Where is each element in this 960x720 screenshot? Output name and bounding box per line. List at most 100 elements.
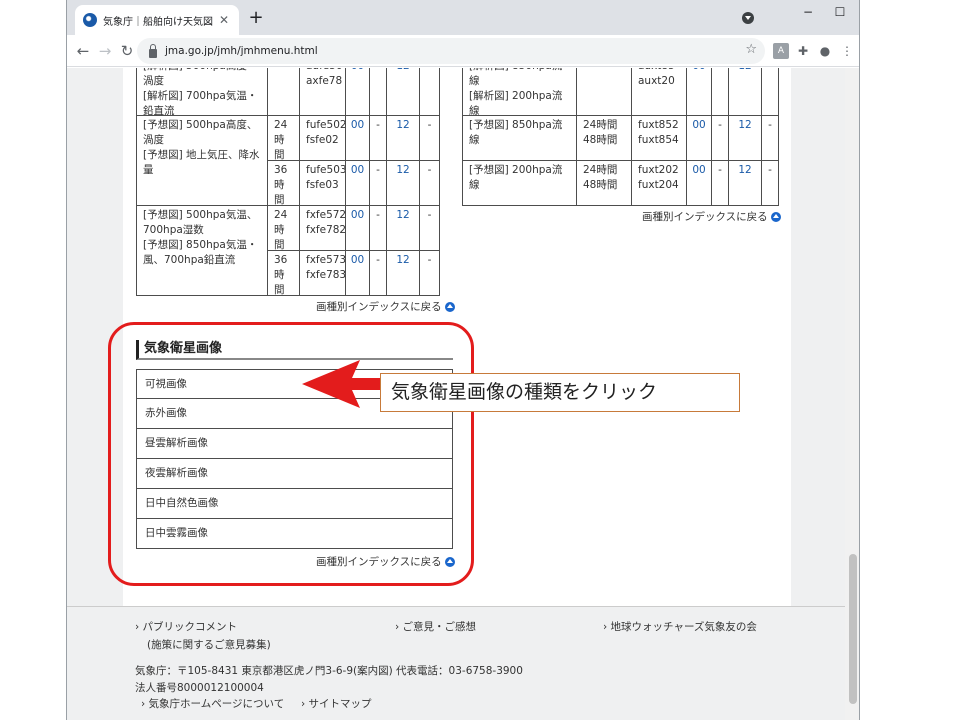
- page-footer: › パブリックコメント (施策に関するご意見募集) › ご意見・ご感想 › 地球…: [67, 606, 845, 720]
- watchers-link[interactable]: › 地球ウォッチャーズ気象友の会: [603, 619, 757, 634]
- table-cell-desc: [解析図] 850hpa流線 [解析図] 200hpa流線: [462, 68, 577, 116]
- table-cell-desc: [予想図] 500hpa気温、700hpa湿数 [予想図] 850hpa気温・風…: [136, 205, 268, 296]
- close-window-button[interactable]: ✕: [857, 3, 859, 21]
- table-cell-code: fuxt852 fuxt854: [631, 115, 687, 161]
- table-cell-code: auxt85 auxt20: [631, 68, 687, 116]
- table-cell-hour[interactable]: 12: [728, 68, 762, 116]
- table-cell-hour[interactable]: 12: [728, 115, 762, 161]
- table-cell-hour: -: [419, 68, 440, 116]
- feedback-link[interactable]: › ご意見・ご感想: [395, 619, 476, 634]
- table-cell-time: 24時間 48時間: [576, 160, 632, 206]
- table-cell-hour[interactable]: 00: [686, 160, 712, 206]
- profile-icon[interactable]: ●: [817, 43, 833, 59]
- back-to-index-label: 画種別インデックスに戻る: [642, 211, 768, 223]
- table-cell-time: 36時間: [267, 250, 300, 296]
- table-cell-hour[interactable]: 12: [386, 115, 420, 161]
- table-cell-hour: -: [419, 160, 440, 206]
- menu-icon[interactable]: ⋮: [839, 43, 855, 59]
- table-cell-hour[interactable]: 00: [345, 115, 370, 161]
- tab-close-icon[interactable]: ✕: [217, 13, 231, 27]
- arrow-up-circle-icon: [444, 301, 455, 312]
- table-cell-code: fuxt202 fuxt204: [631, 160, 687, 206]
- sitemap-label: サイトマップ: [308, 698, 372, 710]
- back-button[interactable]: ←: [73, 41, 93, 61]
- feedback-label: ご意見・ご感想: [402, 621, 477, 633]
- table-cell-hour[interactable]: 00: [345, 205, 370, 251]
- table-cell-code: fufe502 fsfe02: [299, 115, 346, 161]
- arrow-up-circle-icon: [770, 211, 781, 222]
- about-site-label: 気象庁ホームページについて: [148, 698, 285, 710]
- back-to-index-link[interactable]: 画種別インデックスに戻る: [316, 299, 455, 314]
- table-cell-hour[interactable]: 12: [386, 250, 420, 296]
- page-scrollbar[interactable]: [845, 68, 859, 720]
- jma-address: 気象庁：〒105-8431 東京都港区虎ノ門3-6-9(案内図) 代表電話：03…: [135, 665, 523, 677]
- corporate-number: 法人番号8000012100004: [135, 682, 264, 694]
- table-cell-hour: -: [761, 115, 779, 161]
- table-cell-time: [576, 68, 632, 116]
- browser-toolbar: ← → ↻ jma.go.jp/jmh/jmhmenu.html ☆ A ✚ ●…: [67, 35, 859, 67]
- table-cell-desc: [予想図] 500hpa高度、渦度 [予想図] 地上気圧、降水量: [136, 115, 268, 206]
- lock-icon: [149, 43, 157, 58]
- watchers-label: 地球ウォッチャーズ気象友の会: [610, 621, 757, 633]
- table-cell-hour[interactable]: 00: [345, 160, 370, 206]
- table-cell-hour: -: [711, 68, 729, 116]
- back-to-index-link[interactable]: 画種別インデックスに戻る: [642, 209, 781, 224]
- table-cell-hour: -: [419, 205, 440, 251]
- table-cell-hour: -: [369, 160, 387, 206]
- address-bar[interactable]: jma.go.jp/jmh/jmhmenu.html ☆: [137, 38, 765, 64]
- url-text: jma.go.jp/jmh/jmhmenu.html: [165, 45, 318, 57]
- table-cell-hour[interactable]: 12: [728, 160, 762, 206]
- table-cell-time: 24時間 48時間: [576, 115, 632, 161]
- bookmark-star-icon[interactable]: ☆: [745, 42, 757, 57]
- table-cell-hour: -: [761, 160, 779, 206]
- table-cell-hour[interactable]: 12: [386, 68, 420, 116]
- table-cell-time: 24時間: [267, 115, 300, 161]
- jma-favicon-icon: [83, 13, 97, 27]
- maximize-button[interactable]: ☐: [825, 3, 855, 21]
- table-cell-hour[interactable]: 12: [386, 205, 420, 251]
- table-cell-hour[interactable]: 12: [386, 160, 420, 206]
- public-comment-sub: (施策に関するご意見募集): [147, 639, 271, 651]
- about-site-link[interactable]: › 気象庁ホームページについて: [141, 696, 284, 711]
- table-cell-hour[interactable]: 00: [686, 68, 712, 116]
- annotation-arrow-icon: [302, 360, 380, 408]
- public-comment-link[interactable]: › パブリックコメント: [135, 619, 237, 634]
- table-cell-hour: -: [761, 68, 779, 116]
- table-cell-hour[interactable]: 00: [345, 250, 370, 296]
- new-tab-button[interactable]: +: [245, 7, 267, 28]
- scrollbar-thumb[interactable]: [849, 554, 857, 704]
- table-cell-hour: -: [369, 250, 387, 296]
- reload-button[interactable]: ↻: [117, 41, 137, 61]
- pdf-extension-icon[interactable]: A: [773, 43, 789, 59]
- tab-strip: 気象庁｜船舶向け天気図 ✕ + − ☐ ✕: [67, 0, 859, 35]
- table-cell-time: [267, 68, 300, 116]
- table-cell-hour: -: [419, 250, 440, 296]
- table-cell-hour: -: [369, 205, 387, 251]
- table-cell-hour: -: [711, 115, 729, 161]
- browser-tab[interactable]: 気象庁｜船舶向け天気図 ✕: [75, 5, 239, 35]
- table-cell-hour[interactable]: 00: [686, 115, 712, 161]
- back-to-index-label: 画種別インデックスに戻る: [316, 301, 442, 313]
- table-cell-hour: -: [369, 68, 387, 116]
- table-cell-code: fxfe573 fxfe783: [299, 250, 346, 296]
- tab-title: 気象庁｜船舶向け天気図: [103, 16, 213, 28]
- table-cell-desc: [予想図] 850hpa流線: [462, 115, 577, 161]
- table-cell-code: fxfe572 fxfe782: [299, 205, 346, 251]
- table-cell-hour: -: [419, 115, 440, 161]
- annotation-callout: 気象衛星画像の種類をクリック: [380, 373, 740, 412]
- extensions-icon[interactable]: ✚: [795, 43, 811, 59]
- table-cell-hour[interactable]: 00: [345, 68, 370, 116]
- forward-button[interactable]: →: [95, 41, 115, 61]
- public-comment-label: パブリックコメント: [142, 621, 238, 633]
- highlight-circle: [108, 322, 474, 586]
- table-cell-hour: -: [711, 160, 729, 206]
- table-cell-desc: [解析図] 500hpa高度・渦度 [解析図] 700hpa気温・鉛直流: [136, 68, 268, 116]
- sitemap-link[interactable]: › サイトマップ: [301, 696, 372, 711]
- table-cell-code: aufe50 axfe78: [299, 68, 346, 116]
- table-cell-time: 24時間: [267, 205, 300, 251]
- table-cell-code: fufe503 fsfe03: [299, 160, 346, 206]
- minimize-button[interactable]: −: [793, 3, 823, 21]
- table-cell-desc: [予想図] 200hpa流線: [462, 160, 577, 206]
- table-cell-time: 36時間: [267, 160, 300, 206]
- tab-search-icon[interactable]: [742, 12, 754, 24]
